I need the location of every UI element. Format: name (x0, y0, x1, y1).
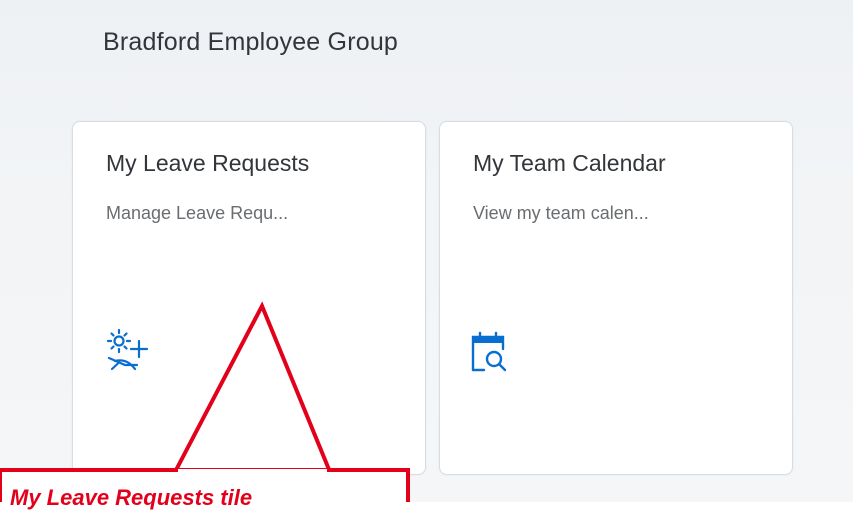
tile-subtitle: Manage Leave Requ... (106, 203, 289, 223)
team-calendar-icon (471, 331, 507, 372)
group-title: Bradford Employee Group (103, 28, 399, 56)
annotation-label: My Leave Requests tile (10, 485, 253, 510)
tile-title: My Leave Requests (106, 150, 310, 176)
tile-title: My Team Calendar (473, 150, 666, 176)
tile-my-team-calendar[interactable]: My Team Calendar View my team calen... (439, 121, 793, 475)
tile-subtitle: View my team calen... (473, 203, 649, 223)
tile-my-leave-requests[interactable]: My Leave Requests Manage Leave Requ... (72, 121, 426, 475)
leave-request-icon (106, 328, 149, 371)
